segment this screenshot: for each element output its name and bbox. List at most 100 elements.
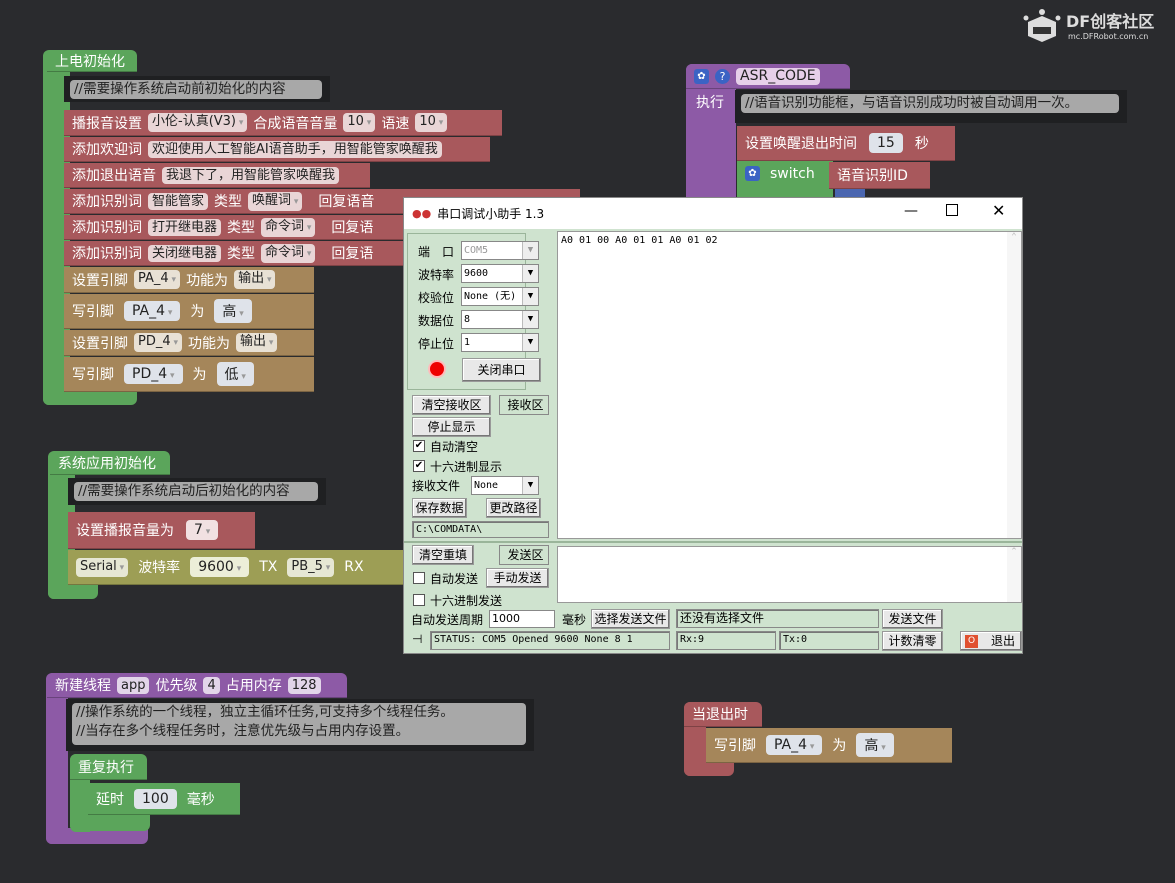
word-field[interactable]: 智能管家 [148,192,209,210]
baud-select[interactable]: 9600 ▼ [461,264,539,283]
tx-dropdown[interactable]: PB_5 [287,557,335,577]
save-data-button[interactable]: 保存数据 [412,498,467,518]
level-dropdown[interactable]: 高 [856,733,894,757]
welcome-block[interactable]: 添加欢迎词 欢迎使用人工智能AI语音助手，用智能管家唤醒我 [64,137,490,162]
comment-block[interactable]: //需要操作系统启动前初始化的内容 [64,76,330,102]
level-dropdown[interactable]: 高 [214,299,252,323]
label: switch [770,166,815,182]
send-textarea[interactable]: ⌃ [557,546,1022,603]
serial-assistant-window[interactable]: ●● 串口调试小助手 1.3 — ✕ 端 口 COM5 ▼ 波特率 9600 ▼ 校… [403,197,1023,654]
wake-timeout-block[interactable]: 设置唤醒退出时间 15 秒 [737,126,955,161]
clear-receive-button[interactable]: 清空接收区 [412,395,491,415]
pin-dropdown[interactable]: PD_4 [134,333,183,352]
exit-button[interactable]: O 退出 [960,631,1022,651]
dfrobot-logo: DF创客社区 mc.DFRobot.com.cn [1022,6,1172,46]
volume-dropdown[interactable]: 7 [186,520,219,540]
asr-id-block[interactable]: 语音识别ID [829,162,930,189]
comment-block[interactable]: //语音识别功能框，与语音识别成功时被自动调用一次。 [735,90,1127,123]
label: 设置引脚 [72,335,128,352]
loop-block[interactable]: 重复执行 [70,754,147,780]
receive-file-select[interactable]: None ▼ [471,476,539,495]
minimize-button[interactable]: — [904,203,918,219]
write-pin-block[interactable]: 写引脚 PD_4 为低 [64,357,314,392]
switch-block[interactable]: ✿ switch [737,161,833,201]
write-pin-block[interactable]: 写引脚 PA_4 为高 [64,294,314,329]
word-field[interactable]: 打开继电器 [148,218,222,236]
set-pin-block[interactable]: 设置引脚 PD_4 功能为输出 [64,330,314,356]
label: 添加欢迎词 [72,142,142,158]
set-pin-block[interactable]: 设置引脚 PA_4 功能为输出 [64,267,314,293]
delay-input[interactable]: 100 [134,788,177,809]
change-path-button[interactable]: 更改路径 [486,498,541,518]
tts-setting-block[interactable]: 播报音设置小伦-认真(V3) 合成语音音量 10 语速 10 [64,110,502,136]
delay-block[interactable]: 延时 100 毫秒 [88,783,240,815]
comment-block[interactable]: //操作系统的一个线程，独立主循环任务,可支持多个线程任务。 //当存在多个线程任… [66,699,534,751]
volume-dropdown[interactable]: 10 [343,113,376,132]
pin-icon[interactable]: ⊣ [412,632,422,646]
reset-count-button[interactable]: 计数清零 [882,631,943,651]
manual-send-button[interactable]: 手动发送 [486,568,549,588]
close-button[interactable]: ✕ [992,201,1005,220]
gear-icon[interactable]: ✿ [694,68,709,84]
select-file-button[interactable]: 选择发送文件 [591,609,670,629]
clear-send-button[interactable]: 清空重填 [412,545,474,565]
stopbits-select[interactable]: 1 ▼ [461,333,539,352]
poweron-hat[interactable]: 上电初始化 [47,50,137,72]
close-port-button[interactable]: 关闭串口 [462,358,541,382]
pin-dropdown[interactable]: PA_4 [134,270,181,289]
label: 写引脚 [72,367,114,383]
auto-clear-checkbox[interactable]: ✔ [413,440,425,452]
speed-dropdown[interactable]: 10 [415,113,448,132]
period-input[interactable]: 1000 [489,610,555,628]
pin-dropdown[interactable]: PA_4 [766,735,823,755]
label: 为 [832,738,847,754]
auto-send-checkbox[interactable] [413,572,425,584]
databits-select[interactable]: 8 ▼ [461,310,539,329]
sysinit-hat[interactable]: 系统应用初始化 [50,451,170,475]
pin-dropdown[interactable]: PA_4 [124,301,181,321]
priority-field[interactable]: 4 [203,676,220,694]
word-field[interactable]: 关闭继电器 [148,244,222,262]
thread-hat[interactable]: 新建线程 app 优先级 4 占用内存 128 [47,673,347,698]
serial-init-block[interactable]: Serial 波特率 9600 TX PB_5 RX [68,550,408,585]
mode-dropdown[interactable]: 输出 [236,333,278,352]
set-volume-block[interactable]: 设置播报音量为 7 [68,512,255,549]
on-exit-hat[interactable]: 当退出时 [684,702,762,727]
port-select[interactable]: COM5 ▼ [461,241,539,260]
label: 重复执行 [78,759,134,776]
exit-text-field[interactable]: 我退下了，用智能管家唤醒我 [162,166,340,184]
title-bar[interactable]: ●● 串口调试小助手 1.3 — ✕ [404,198,1022,229]
asr-hat[interactable]: ✿ ? ASR_CODE [686,64,850,89]
receive-textarea[interactable]: A0 01 00 A0 01 01 A0 01 02 ⌃ [557,231,1022,539]
stop-display-button[interactable]: 停止显示 [412,417,491,437]
hex-send-checkbox[interactable] [413,594,425,606]
pin-dropdown[interactable]: PD_4 [124,364,183,384]
level-dropdown[interactable]: 低 [216,362,254,386]
send-scrollbar[interactable]: ⌃ [1007,547,1021,602]
exit-voice-block[interactable]: 添加退出语音 我退下了，用智能管家唤醒我 [64,163,370,188]
voice-dropdown[interactable]: 小伦-认真(V3) [148,113,248,132]
serial-dropdown[interactable]: Serial [76,557,129,577]
welcome-text-field[interactable]: 欢迎使用人工智能AI语音助手，用智能管家唤醒我 [148,140,442,158]
parity-select[interactable]: None (无) ▼ [461,287,539,306]
thread-name-field[interactable]: app [117,676,150,694]
function-name-field[interactable]: ASR_CODE [736,67,820,85]
gear-icon[interactable]: ✿ [745,166,760,181]
hex-display-checkbox[interactable]: ✔ [413,460,425,472]
write-pin-block[interactable]: 写引脚 PA_4 为高 [706,728,952,763]
value: None [474,480,499,491]
type-dropdown[interactable]: 命令词 [261,243,316,263]
memory-field[interactable]: 128 [287,676,321,694]
send-file-button[interactable]: 发送文件 [882,609,943,629]
comment-block[interactable]: //需要操作系统启动后初始化的内容 [68,478,326,505]
receive-scrollbar[interactable]: ⌃ [1007,232,1021,538]
type-dropdown[interactable]: 命令词 [261,217,316,237]
type-dropdown[interactable]: 唤醒词 [248,191,303,211]
timeout-input[interactable]: 15 [869,133,903,153]
baud-dropdown[interactable]: 9600 [190,557,250,577]
value: None (无) [464,291,517,302]
help-icon[interactable]: ? [715,68,730,84]
auto-send-label: 自动发送 [430,572,479,586]
maximize-button[interactable] [946,204,958,216]
mode-dropdown[interactable]: 输出 [234,270,276,289]
